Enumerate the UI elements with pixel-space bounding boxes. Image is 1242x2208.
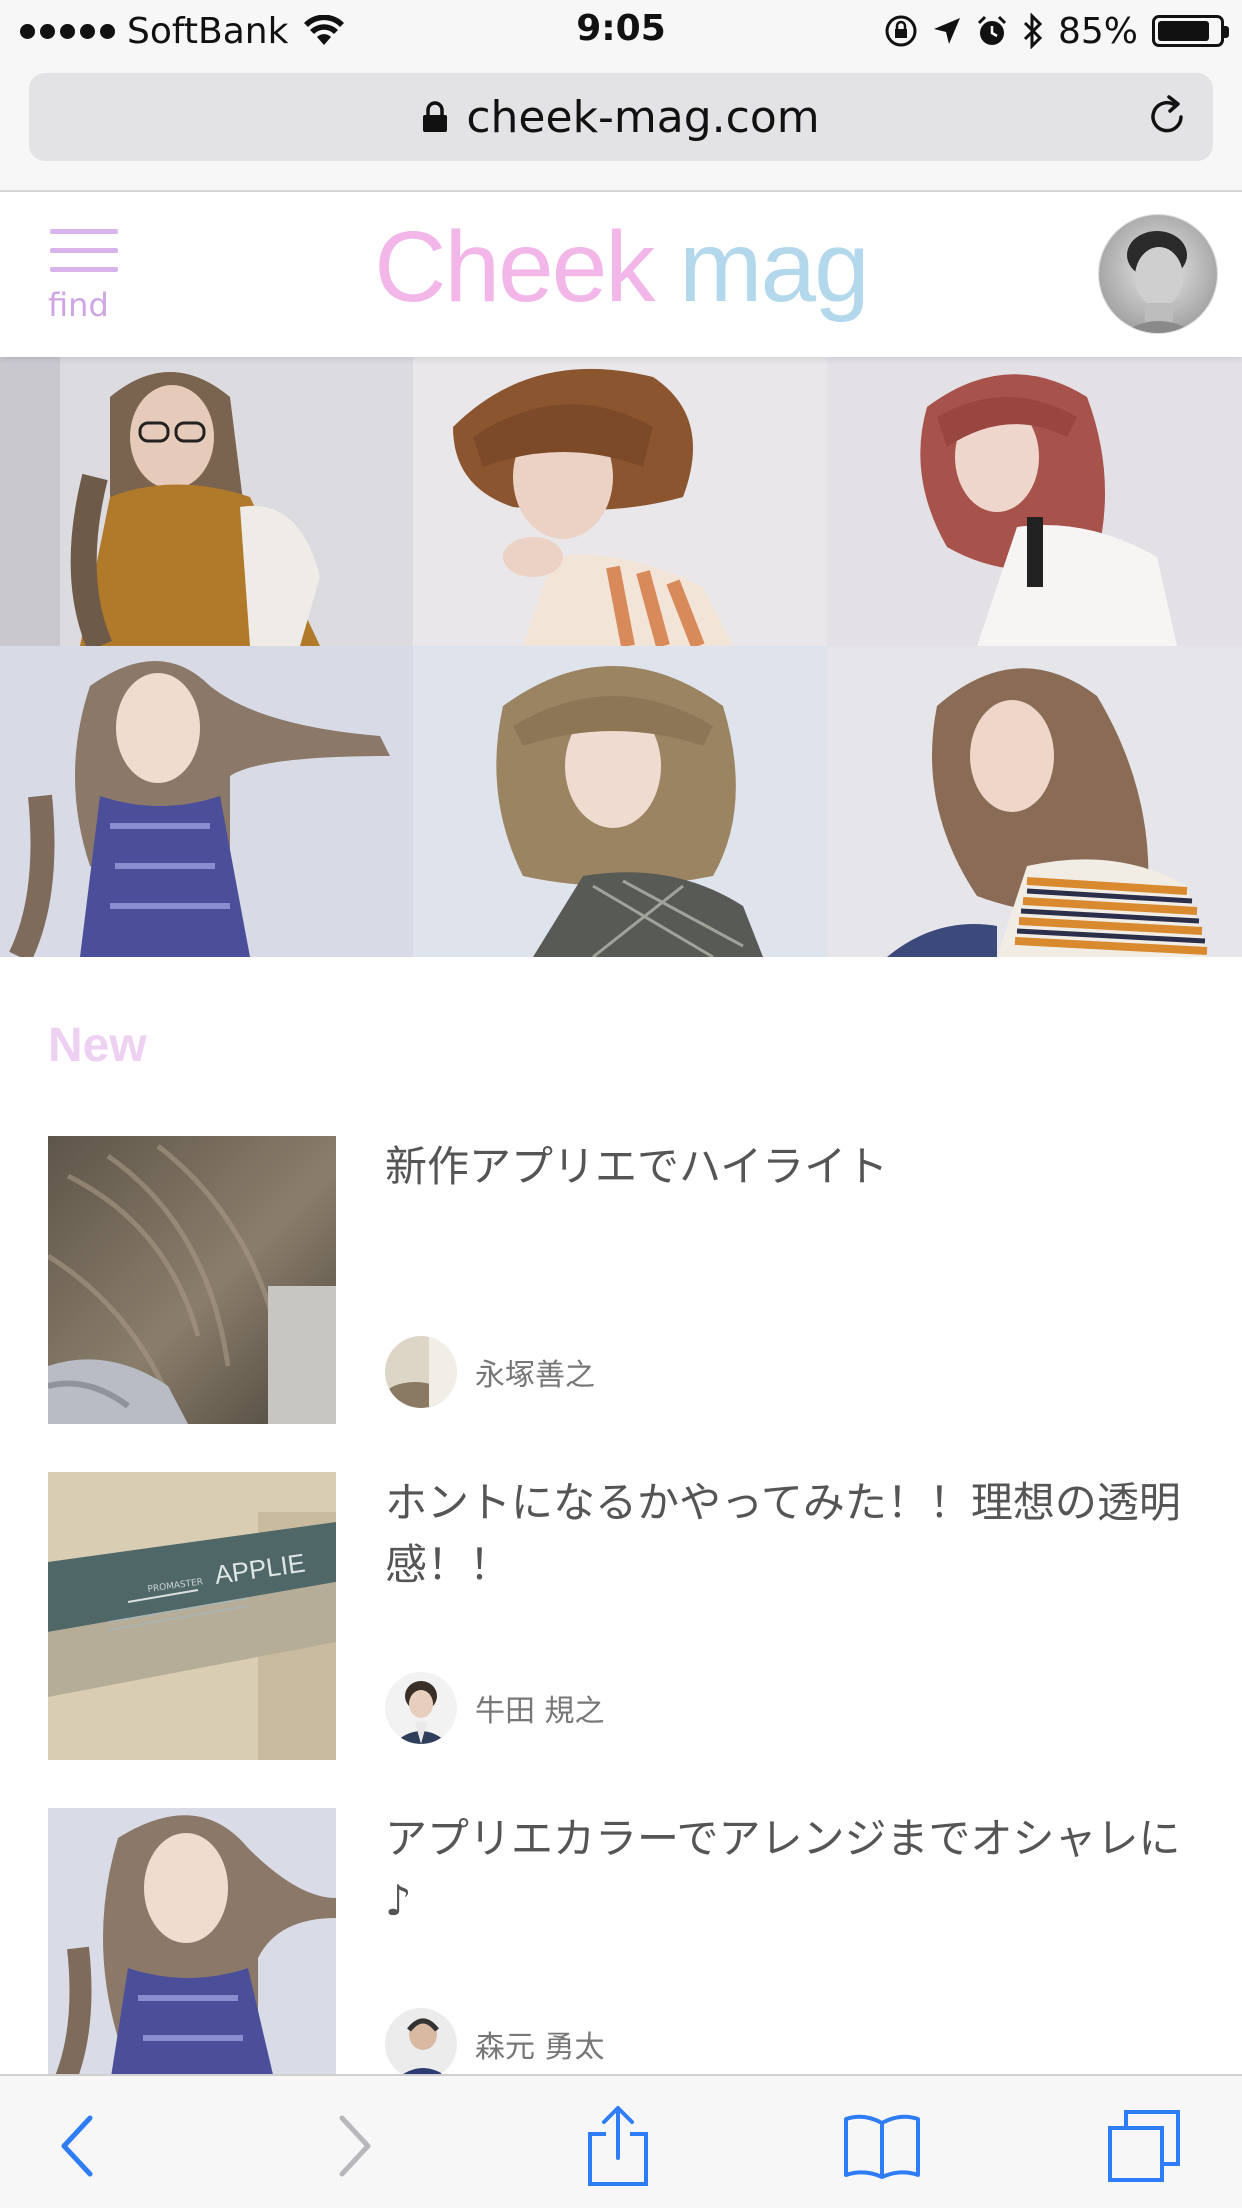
- article-thumbnail[interactable]: [48, 1808, 336, 2096]
- bluetooth-icon: [1023, 13, 1043, 49]
- status-right: 85%: [884, 10, 1229, 52]
- author-avatar: [385, 1672, 457, 1744]
- gallery-photo-6[interactable]: [827, 646, 1242, 957]
- article-title[interactable]: ホントになるかやってみた！！理想の透明感！！: [385, 1472, 1205, 1596]
- forward-icon: [339, 2115, 371, 2177]
- gallery-photo-2[interactable]: [413, 357, 827, 646]
- bookmarks-icon: [844, 2114, 920, 2179]
- article-item[interactable]: PROMASTER APPLIE ホントになるかやってみた！！理想の透明感！！ …: [0, 1472, 1242, 1762]
- site-header: find Cheek mag: [0, 193, 1242, 357]
- back-icon: [61, 2115, 93, 2177]
- battery-percent: 85%: [1057, 10, 1138, 52]
- article-author[interactable]: 牛田 規之: [385, 1672, 605, 1744]
- browser-toolbar: [0, 2074, 1242, 2208]
- rotation-lock-icon: [885, 15, 917, 47]
- article-thumbnail[interactable]: PROMASTER APPLIE: [48, 1472, 336, 1760]
- gallery-photo-1[interactable]: [0, 357, 413, 646]
- browser-address-area: cheek-mag.com: [0, 62, 1242, 192]
- logo-text-mag: mag: [679, 211, 870, 323]
- back-button[interactable]: [38, 2106, 118, 2186]
- logo-text-cheek: Cheek: [374, 211, 655, 323]
- gallery-photo-4[interactable]: [0, 646, 413, 957]
- url-text: cheek-mag.com: [466, 91, 820, 143]
- author-name: 牛田 規之: [475, 1694, 605, 1729]
- section-heading-new: New: [48, 1019, 147, 1072]
- battery-level: [1158, 21, 1209, 41]
- gallery-photo-5[interactable]: [413, 646, 827, 957]
- article-item[interactable]: 新作アプリエでハイライト 永塚善之: [0, 1136, 1242, 1426]
- article-thumbnail[interactable]: [48, 1136, 336, 1424]
- alarm-icon: [977, 15, 1007, 45]
- author-avatar: [385, 1336, 457, 1408]
- status-bar: SoftBank 9:05 85%: [0, 0, 1242, 62]
- tabs-icon: [1108, 2110, 1180, 2182]
- author-name: 永塚善之: [475, 1358, 595, 1393]
- share-button[interactable]: [578, 2106, 658, 2186]
- article-author[interactable]: 森元 勇太: [385, 2008, 605, 2080]
- author-name: 森元 勇太: [475, 2030, 605, 2065]
- share-icon: [588, 2106, 648, 2186]
- bookmarks-button[interactable]: [842, 2106, 922, 2186]
- location-icon: [933, 18, 960, 44]
- forward-button[interactable]: [314, 2106, 394, 2186]
- battery-icon: [1152, 15, 1229, 47]
- article-title[interactable]: 新作アプリエでハイライト: [385, 1136, 1205, 1198]
- gallery-photo-3[interactable]: [827, 357, 1242, 646]
- author-avatar: [385, 2008, 457, 2080]
- lock-icon: [423, 101, 448, 132]
- address-bar[interactable]: cheek-mag.com: [29, 73, 1213, 161]
- article-item[interactable]: アプリエカラーでアレンジまでオシャレに♪ 森元 勇太: [0, 1808, 1242, 2098]
- user-avatar[interactable]: [1098, 214, 1218, 334]
- article-author[interactable]: 永塚善之: [385, 1336, 595, 1408]
- photo-gallery: [0, 357, 1242, 957]
- site-logo[interactable]: Cheek mag: [0, 210, 1242, 325]
- article-title[interactable]: アプリエカラーでアレンジまでオシャレに♪: [385, 1808, 1205, 1932]
- reload-icon[interactable]: [1143, 93, 1191, 141]
- tabs-button[interactable]: [1104, 2106, 1184, 2186]
